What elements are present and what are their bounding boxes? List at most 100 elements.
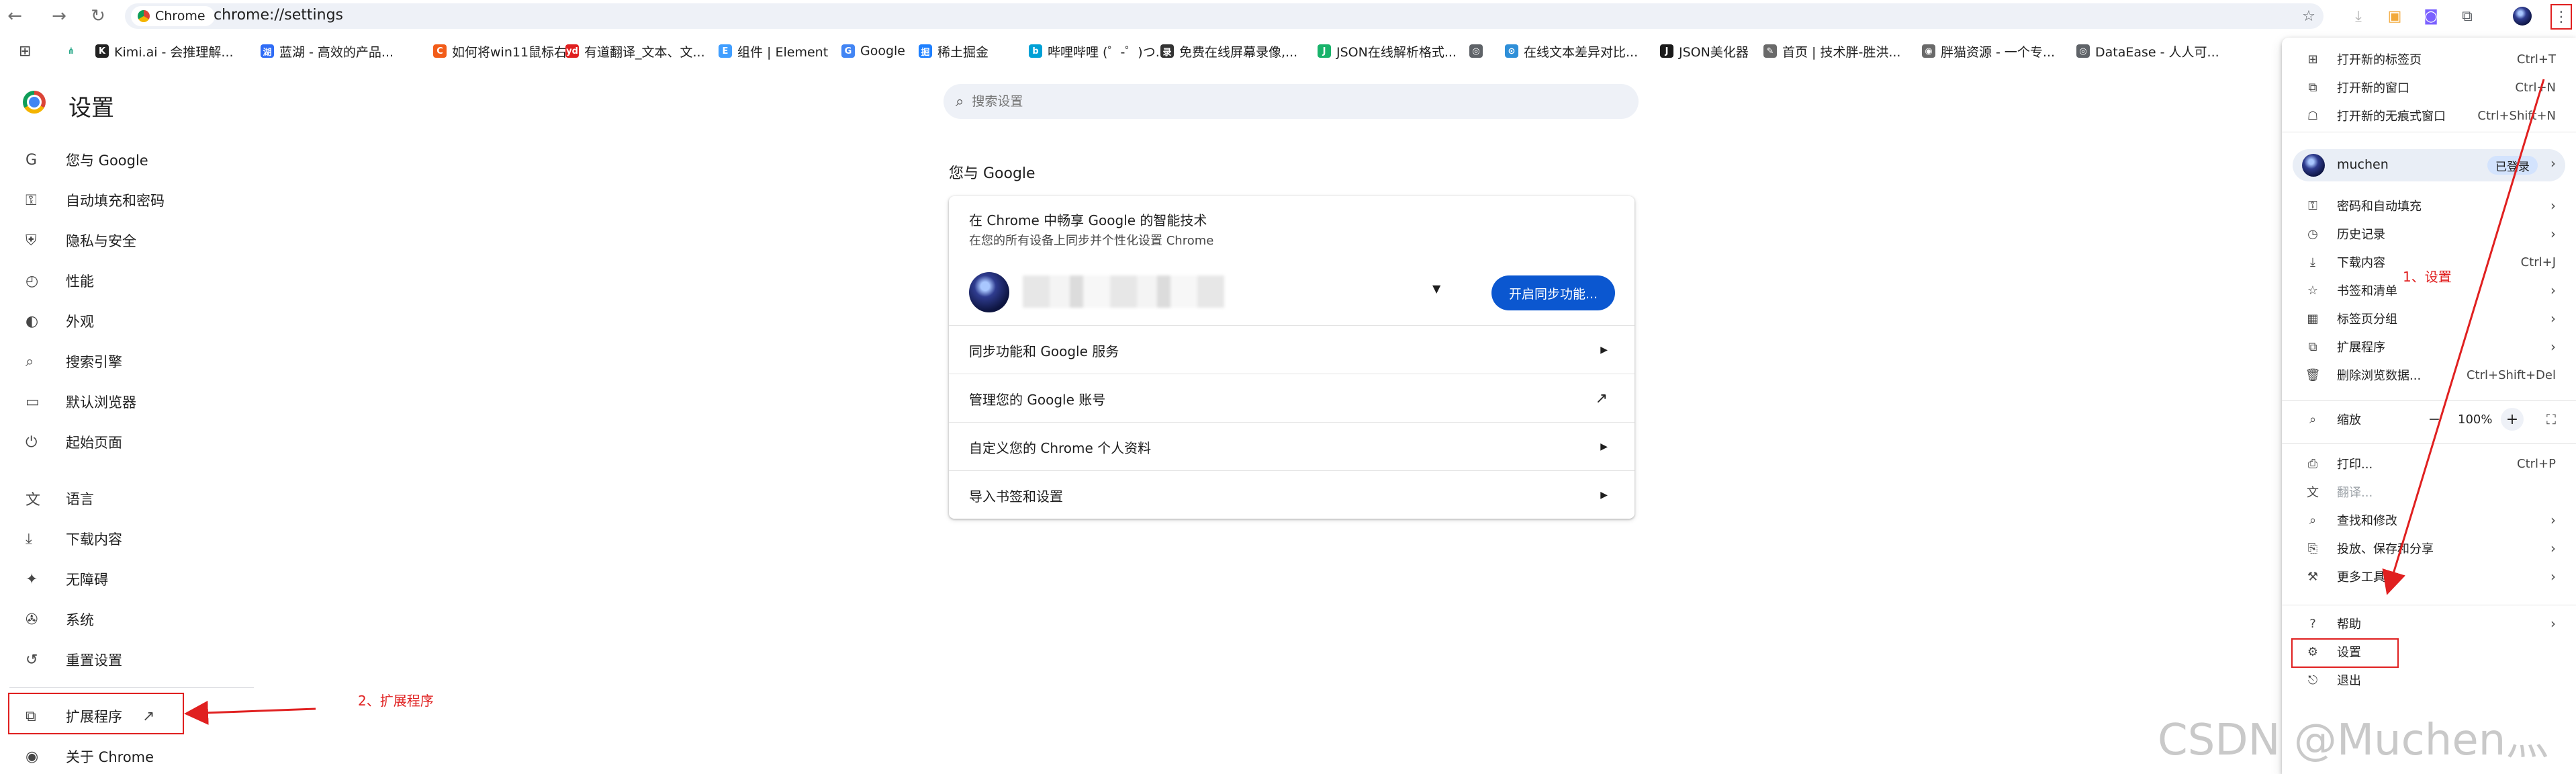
bookmark-label: JSON美化器 <box>1679 44 1749 60</box>
sidebar-item[interactable]: ✦ 无障碍 <box>20 562 255 597</box>
account-dropdown-icon[interactable]: ▼ <box>1432 282 1440 295</box>
menu-item[interactable]: ? 帮助 › <box>2282 610 2576 637</box>
chevron-right-icon: › <box>2550 339 2556 355</box>
sidebar-item[interactable]: ▭ 默认浏览器 <box>20 384 255 419</box>
profile-avatar-icon[interactable] <box>2512 5 2533 27</box>
menu-item-label: 投放、保存和分享 <box>2337 542 2434 556</box>
card-row[interactable]: 自定义您的 Chrome 个人资料 ▶ <box>949 422 1635 471</box>
menu-item[interactable]: ⊞ 打开新的标签页 Ctrl+T <box>2282 46 2576 73</box>
site-chip[interactable]: Chrome <box>131 6 215 26</box>
chevron-right-icon: › <box>2550 155 2556 171</box>
sidebar-item[interactable]: ⏻ 起始页面 <box>20 425 255 460</box>
back-icon[interactable]: ← <box>3 4 27 28</box>
menu-item[interactable]: ⚿ 密码和自动填充 › <box>2282 192 2576 219</box>
menu-item[interactable]: ⧉ 扩展程序 › <box>2282 333 2576 360</box>
bookmark-item[interactable]: ✎ 首页 | 技术胖-胜洪... <box>1763 42 1900 60</box>
bookmark-item[interactable]: C 如何将win11鼠标右... <box>433 42 579 60</box>
sidebar-item[interactable]: ⚿ 自动填充和密码 <box>20 183 255 218</box>
bookmark-label: Kimi.ai - 会推理解... <box>114 44 234 60</box>
sidebar-item[interactable]: ⛨ 隐私与安全 <box>20 223 255 258</box>
menu-item[interactable]: ⎙ 打印... Ctrl+P <box>2282 450 2576 477</box>
download-icon[interactable]: ⤓ <box>2348 5 2369 27</box>
menu-item-icon: ⎋ <box>2307 673 2318 687</box>
bookmark-star-icon[interactable]: ☆ <box>2298 5 2319 27</box>
fullscreen-icon[interactable]: ⛶ <box>2540 408 2563 431</box>
sidebar-item[interactable]: ◉ 关于 Chrome <box>20 739 255 774</box>
url-text[interactable]: chrome://settings <box>214 7 343 24</box>
bookmark-item[interactable]: 录免费在线屏幕录像,... <box>1160 42 1297 60</box>
menu-item[interactable]: 🗑 删除浏览数据... Ctrl+Shift+Del <box>2282 361 2576 388</box>
bookmark-item[interactable]: ◎ <box>1469 42 1488 60</box>
page-title: 设置 <box>68 95 114 122</box>
sidebar-item[interactable]: ⌕ 搜索引擎 <box>20 344 255 379</box>
zoom-out-button[interactable]: − <box>2423 408 2446 431</box>
bookmark-item[interactable]: G Google <box>841 42 905 60</box>
bookmark-label: Google <box>860 44 906 58</box>
menu-kebab-icon[interactable]: ⋮ <box>2550 4 2572 30</box>
menu-item[interactable]: ◷ 历史记录 › <box>2282 220 2576 247</box>
sidebar-item-label: 自动填充和密码 <box>66 193 165 209</box>
extension-icon-1[interactable]: ▣ <box>2384 5 2405 27</box>
address-bar[interactable] <box>125 3 2324 29</box>
sync-title: 在 Chrome 中畅享 Google 的智能技术 <box>969 212 1207 228</box>
bookmark-item[interactable]: ⋔ <box>64 42 78 60</box>
bookmark-favicon-icon: ◉ <box>1922 44 1935 58</box>
card-row[interactable]: 管理您的 Google 账号 ↗ <box>949 374 1635 423</box>
menu-item-shortcut: Ctrl+P <box>2517 456 2556 471</box>
bookmark-item[interactable]: yd 有道翻译_文本、文... <box>565 42 705 60</box>
bookmark-item[interactable]: 湖蓝湖 - 高效的产品... <box>261 42 394 60</box>
sidebar-item[interactable]: ◐ 外观 <box>20 304 255 339</box>
sidebar-item[interactable]: ⤓ 下载内容 <box>20 521 255 556</box>
menu-item-icon: ⤓ <box>2310 255 2315 269</box>
menu-item[interactable]: ⚒ 更多工具 › <box>2282 563 2576 590</box>
bookmark-favicon-icon: J <box>1660 44 1673 58</box>
extensions-puzzle-icon[interactable]: ⧉ <box>2456 5 2478 27</box>
chevron-right-icon: ▶ <box>1600 345 1608 355</box>
menu-item[interactable]: ▦ 标签页分组 › <box>2282 305 2576 332</box>
sidebar-item-label: 性能 <box>66 273 94 290</box>
sidebar-item-label: 关于 Chrome <box>66 749 154 765</box>
sidebar-item-icon: ▭ <box>26 393 40 411</box>
reload-icon[interactable]: ↻ <box>86 4 110 28</box>
menu-item-label: 翻译... <box>2337 486 2373 500</box>
sidebar-item[interactable]: G 您与 Google <box>20 142 255 177</box>
turn-on-sync-button[interactable]: 开启同步功能... <box>1491 275 1615 310</box>
sidebar-item[interactable]: ✇ 系统 <box>20 602 255 637</box>
menu-item[interactable]: ⌕ 查找和修改 › <box>2282 507 2576 533</box>
settings-search[interactable]: ⌕ <box>944 84 1639 119</box>
menu-profile-row[interactable]: muchen 已登录 › <box>2293 149 2565 181</box>
menu-item[interactable]: 文 翻译... <box>2282 478 2576 505</box>
bookmark-favicon-icon: ✎ <box>1763 44 1777 58</box>
bookmark-item[interactable]: E 组件 | Element <box>719 42 828 60</box>
apps-grid-icon[interactable]: ⊞ <box>19 42 31 60</box>
menu-item-icon: ☆ <box>2307 283 2319 298</box>
menu-item-icon: ☖ <box>2307 108 2319 123</box>
menu-item[interactable]: ⎋ 退出 <box>2282 666 2576 693</box>
sidebar-item-icon: ⛨ <box>26 232 37 249</box>
bookmark-item[interactable]: ◉ 胖猫资源 - 一个专... <box>1922 42 2055 60</box>
menu-item-label: 历史记录 <box>2337 228 2385 242</box>
zoom-in-button[interactable]: + <box>2501 408 2524 431</box>
menu-item-label: 扩展程序 <box>2337 341 2385 355</box>
bookmark-item[interactable]: 掘稀土掘金 <box>919 42 988 60</box>
menu-item[interactable]: ⎘ 投放、保存和分享 › <box>2282 535 2576 562</box>
card-row[interactable]: 导入书签和设置 ▶ <box>949 470 1635 519</box>
bookmark-item[interactable]: b 哔哩哔哩 (゜-゜)つ... <box>1029 42 1168 60</box>
sidebar-item[interactable]: ↺ 重置设置 <box>20 642 255 677</box>
menu-item[interactable]: ☖ 打开新的无痕式窗口 Ctrl+Shift+N <box>2282 102 2576 129</box>
menu-item[interactable]: ⧉ 打开新的窗口 Ctrl+N <box>2282 74 2576 101</box>
bookmark-favicon-icon: 湖 <box>261 44 274 58</box>
card-row[interactable]: 同步功能和 Google 服务 ▶ <box>949 325 1635 374</box>
bookmark-item[interactable]: ◎ DataEase - 人人可... <box>2076 42 2219 60</box>
chevron-right-icon: › <box>2550 568 2556 585</box>
bookmark-item[interactable]: K Kimi.ai - 会推理解... <box>95 42 234 60</box>
bookmark-label: 组件 | Element <box>737 44 829 60</box>
bookmark-item[interactable]: J JSON在线解析格式... <box>1318 42 1457 60</box>
search-input[interactable] <box>970 93 1578 110</box>
sidebar-item[interactable]: ◴ 性能 <box>20 263 255 298</box>
extension-icon-2[interactable]: ◙ <box>2420 5 2442 27</box>
bookmark-item[interactable]: J JSON美化器 <box>1660 42 1749 60</box>
sidebar-item[interactable]: 文 语言 <box>20 481 255 516</box>
bookmark-item[interactable]: ⊙ 在线文本差异对比... <box>1505 42 1638 60</box>
forward-icon[interactable]: → <box>47 4 71 28</box>
